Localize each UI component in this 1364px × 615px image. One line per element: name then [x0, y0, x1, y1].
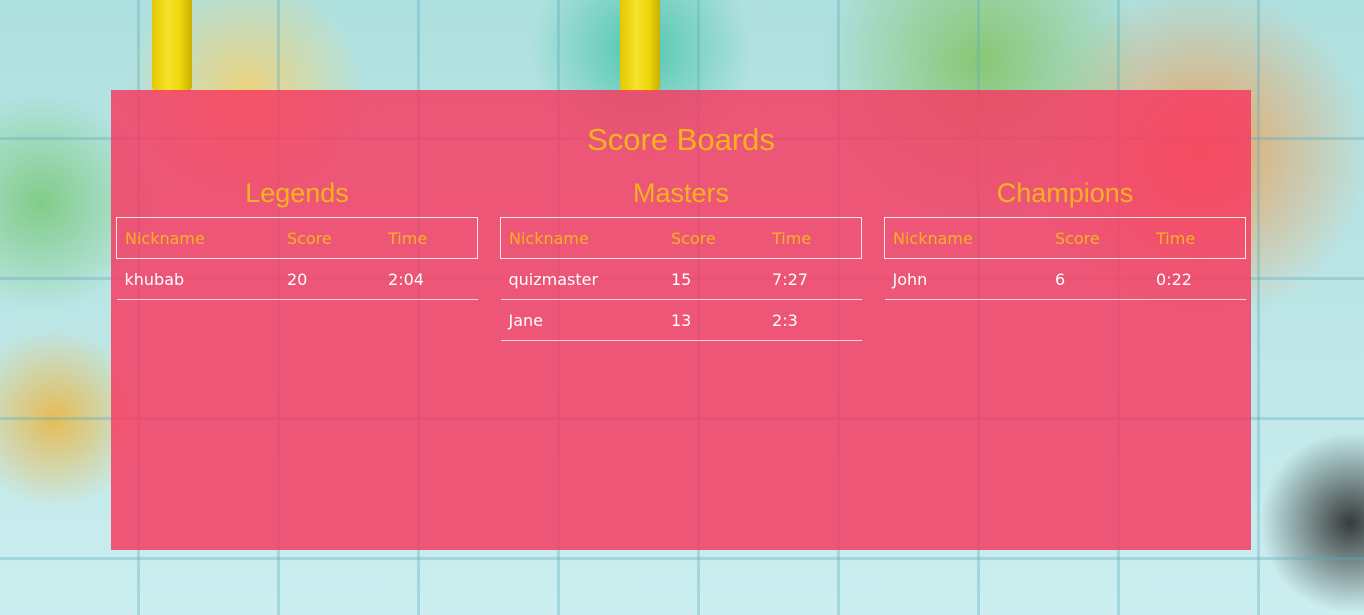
table-row: John 6 0:22 [884, 258, 1246, 300]
scoreboard-table: Nickname Score Time quizmaster 15 7:27 J… [499, 217, 863, 341]
cell-time: 2:04 [380, 258, 478, 300]
scoreboard-table: Nickname Score Time John 6 0:22 [883, 217, 1247, 300]
column-header-score: Score [1046, 217, 1149, 259]
column-header-score: Score [662, 217, 765, 259]
yellow-pin-left [152, 0, 192, 92]
column-header-time: Time [380, 217, 479, 259]
table-row: Jane 13 2:3 [500, 299, 862, 341]
table-row: khubab 20 2:04 [116, 258, 478, 300]
cell-score: 20 [278, 258, 381, 300]
cell-time: 2:3 [764, 299, 862, 341]
cell-nickname: John [884, 258, 1047, 300]
scoreboard-masters: Masters Nickname Score Time quizmaster 1… [499, 174, 863, 341]
cell-time: 0:22 [1148, 258, 1246, 300]
table-header-row: Nickname Score Time [499, 217, 863, 259]
column-header-score: Score [278, 217, 381, 259]
column-header-nickname: Nickname [883, 217, 1047, 259]
yellow-pin-right [620, 0, 660, 92]
column-header-nickname: Nickname [499, 217, 663, 259]
table-header-row: Nickname Score Time [883, 217, 1247, 259]
board-title: Champions [996, 178, 1134, 208]
cell-score: 15 [662, 258, 765, 300]
scoreboard-champions: Champions Nickname Score Time John 6 0:2… [883, 174, 1247, 300]
scoreboard-table: Nickname Score Time khubab 20 2:04 [115, 217, 479, 300]
cell-nickname: quizmaster [500, 258, 663, 300]
cell-score: 13 [662, 299, 765, 341]
board-title: Masters [632, 178, 730, 208]
scoreboard-legends: Legends Nickname Score Time khubab 20 2:… [115, 174, 479, 300]
cell-nickname: Jane [500, 299, 663, 341]
table-header-row: Nickname Score Time [115, 217, 479, 259]
board-title: Legends [245, 178, 349, 208]
table-row: quizmaster 15 7:27 [500, 258, 862, 300]
cell-score: 6 [1046, 258, 1149, 300]
cell-time: 7:27 [764, 258, 862, 300]
page-title: Score Boards [587, 122, 775, 157]
cell-nickname: khubab [116, 258, 279, 300]
score-boards-panel: Score Boards Legends Nickname Score Time… [111, 90, 1251, 550]
column-header-time: Time [764, 217, 863, 259]
column-header-time: Time [1148, 217, 1247, 259]
column-header-nickname: Nickname [115, 217, 279, 259]
